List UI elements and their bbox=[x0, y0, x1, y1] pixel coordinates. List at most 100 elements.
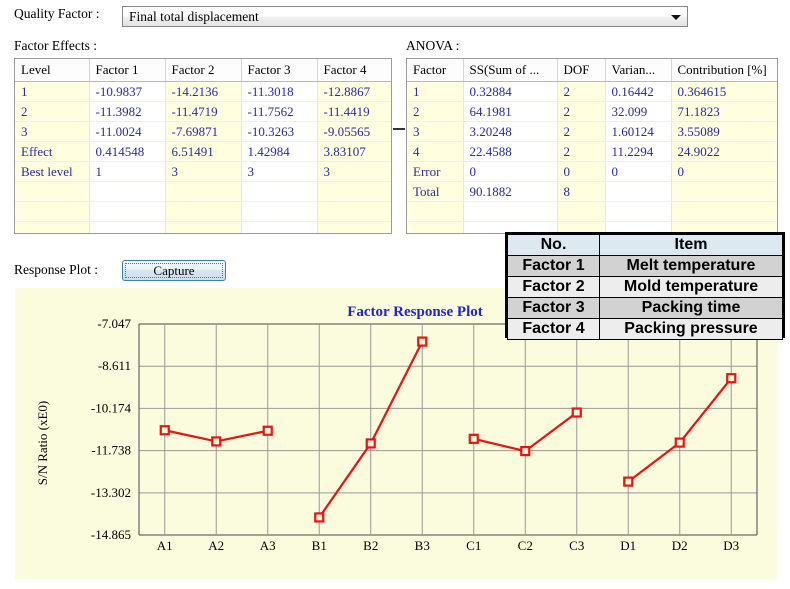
cell[interactable] bbox=[165, 201, 242, 222]
cell[interactable]: 0 bbox=[463, 161, 558, 182]
column-header-factor-2[interactable]: Factor 2 bbox=[165, 59, 242, 82]
table-row[interactable]: Effect 0.414548 6.51491 1.42984 3.83107 bbox=[15, 141, 391, 162]
cell[interactable]: Error bbox=[407, 161, 464, 182]
cell[interactable]: 22.4588 bbox=[463, 141, 558, 162]
cell[interactable]: 3 bbox=[317, 161, 391, 182]
cell[interactable]: Effect bbox=[15, 141, 90, 162]
cell[interactable]: -11.3982 bbox=[89, 101, 166, 122]
cell[interactable]: -11.4419 bbox=[317, 101, 391, 122]
cell[interactable]: 1 bbox=[89, 161, 166, 182]
cell[interactable]: 0.364615 bbox=[671, 81, 777, 102]
cell[interactable]: Best level bbox=[15, 161, 90, 182]
cell[interactable]: -14.2136 bbox=[165, 81, 242, 102]
cell[interactable] bbox=[671, 181, 777, 202]
table-row[interactable]: Error 0 0 0 0 bbox=[407, 161, 777, 182]
column-header-ss[interactable]: SS(Sum of ... bbox=[463, 59, 558, 82]
cell[interactable]: -11.4719 bbox=[165, 101, 242, 122]
table-row[interactable]: Total 90.1882 8 bbox=[407, 181, 777, 202]
cell[interactable] bbox=[89, 201, 166, 222]
cell[interactable] bbox=[605, 181, 672, 202]
table-row[interactable]: Best level 1 3 3 3 bbox=[15, 161, 391, 182]
cell[interactable]: 3 bbox=[241, 161, 318, 182]
cell[interactable]: 64.1981 bbox=[463, 101, 558, 122]
table-row[interactable]: 3 -11.0024 -7.69871 -10.3263 -9.05565 bbox=[15, 121, 391, 142]
cell[interactable]: 71.1823 bbox=[671, 101, 777, 122]
cell[interactable]: -7.69871 bbox=[165, 121, 242, 142]
cell[interactable]: 2 bbox=[407, 101, 464, 122]
cell[interactable]: 2 bbox=[557, 101, 606, 122]
cell[interactable]: -10.9837 bbox=[89, 81, 166, 102]
column-header-variance[interactable]: Varian... bbox=[605, 59, 672, 82]
cell[interactable]: 1.60124 bbox=[605, 121, 672, 142]
cell[interactable]: 1 bbox=[15, 81, 90, 102]
cell[interactable]: 24.9022 bbox=[671, 141, 777, 162]
cell[interactable] bbox=[89, 221, 166, 233]
cell[interactable]: 0.16442 bbox=[605, 81, 672, 102]
cell[interactable] bbox=[165, 181, 242, 202]
table-row[interactable]: 2 64.1981 2 32.099 71.1823 bbox=[407, 101, 777, 122]
cell[interactable]: 3 bbox=[15, 121, 90, 142]
column-header-factor[interactable]: Factor bbox=[407, 59, 464, 82]
cell[interactable] bbox=[407, 201, 464, 222]
column-header-dof[interactable]: DOF bbox=[557, 59, 606, 82]
cell[interactable]: -10.3263 bbox=[241, 121, 318, 142]
cell[interactable]: 2 bbox=[557, 141, 606, 162]
cell[interactable]: 32.099 bbox=[605, 101, 672, 122]
cell[interactable]: 90.1882 bbox=[463, 181, 558, 202]
cell[interactable]: -9.05565 bbox=[317, 121, 391, 142]
cell[interactable] bbox=[15, 181, 90, 202]
cell[interactable]: -12.8867 bbox=[317, 81, 391, 102]
cell[interactable]: 3.55089 bbox=[671, 121, 777, 142]
column-header-factor-4[interactable]: Factor 4 bbox=[317, 59, 391, 82]
cell[interactable]: 3.83107 bbox=[317, 141, 391, 162]
cell[interactable] bbox=[407, 221, 464, 233]
column-header-contribution[interactable]: Contribution [%] bbox=[671, 59, 777, 82]
cell[interactable]: 2 bbox=[557, 81, 606, 102]
anova-table[interactable]: Factor SS(Sum of ... DOF Varian... Contr… bbox=[406, 58, 778, 234]
cell[interactable]: 8 bbox=[557, 181, 606, 202]
capture-button[interactable]: Capture bbox=[122, 260, 226, 281]
cell[interactable] bbox=[15, 201, 90, 222]
table-row[interactable] bbox=[15, 221, 391, 233]
chevron-down-icon[interactable] bbox=[671, 15, 681, 20]
column-header-factor-1[interactable]: Factor 1 bbox=[89, 59, 166, 82]
cell[interactable] bbox=[241, 221, 318, 233]
table-row[interactable]: 4 22.4588 2 11.2294 24.9022 bbox=[407, 141, 777, 162]
table-row[interactable]: 1 -10.9837 -14.2136 -11.3018 -12.8867 bbox=[15, 81, 391, 102]
cell[interactable]: -11.0024 bbox=[89, 121, 166, 142]
column-header-level[interactable]: Level bbox=[15, 59, 90, 82]
cell[interactable]: -11.3018 bbox=[241, 81, 318, 102]
cell[interactable]: 0.414548 bbox=[89, 141, 166, 162]
cell[interactable] bbox=[671, 201, 777, 222]
cell[interactable]: 0 bbox=[671, 161, 777, 182]
table-row[interactable]: 2 -11.3982 -11.4719 -11.7562 -11.4419 bbox=[15, 101, 391, 122]
cell[interactable]: 0 bbox=[557, 161, 606, 182]
cell[interactable] bbox=[165, 221, 242, 233]
cell[interactable]: 1 bbox=[407, 81, 464, 102]
table-row[interactable]: 3 3.20248 2 1.60124 3.55089 bbox=[407, 121, 777, 142]
cell[interactable] bbox=[317, 221, 391, 233]
cell[interactable]: 3 bbox=[407, 121, 464, 142]
column-header-factor-3[interactable]: Factor 3 bbox=[241, 59, 318, 82]
cell[interactable]: 11.2294 bbox=[605, 141, 672, 162]
cell[interactable] bbox=[463, 201, 558, 222]
table-row[interactable]: 1 0.32884 2 0.16442 0.364615 bbox=[407, 81, 777, 102]
table-row[interactable] bbox=[407, 201, 777, 222]
quality-factor-dropdown[interactable]: Final total displacement bbox=[122, 6, 688, 27]
cell[interactable]: 2 bbox=[15, 101, 90, 122]
table-row[interactable] bbox=[15, 181, 391, 202]
table-row[interactable] bbox=[15, 201, 391, 222]
cell[interactable] bbox=[557, 201, 606, 222]
cell[interactable] bbox=[241, 201, 318, 222]
cell[interactable] bbox=[241, 181, 318, 202]
grid-splitter-handle[interactable] bbox=[393, 128, 405, 132]
cell[interactable]: 3 bbox=[165, 161, 242, 182]
cell[interactable] bbox=[317, 201, 391, 222]
cell[interactable]: 0.32884 bbox=[463, 81, 558, 102]
cell[interactable]: 1.42984 bbox=[241, 141, 318, 162]
cell[interactable]: 6.51491 bbox=[165, 141, 242, 162]
cell[interactable]: 4 bbox=[407, 141, 464, 162]
cell[interactable]: 2 bbox=[557, 121, 606, 142]
cell[interactable]: 0 bbox=[605, 161, 672, 182]
cell[interactable] bbox=[317, 181, 391, 202]
